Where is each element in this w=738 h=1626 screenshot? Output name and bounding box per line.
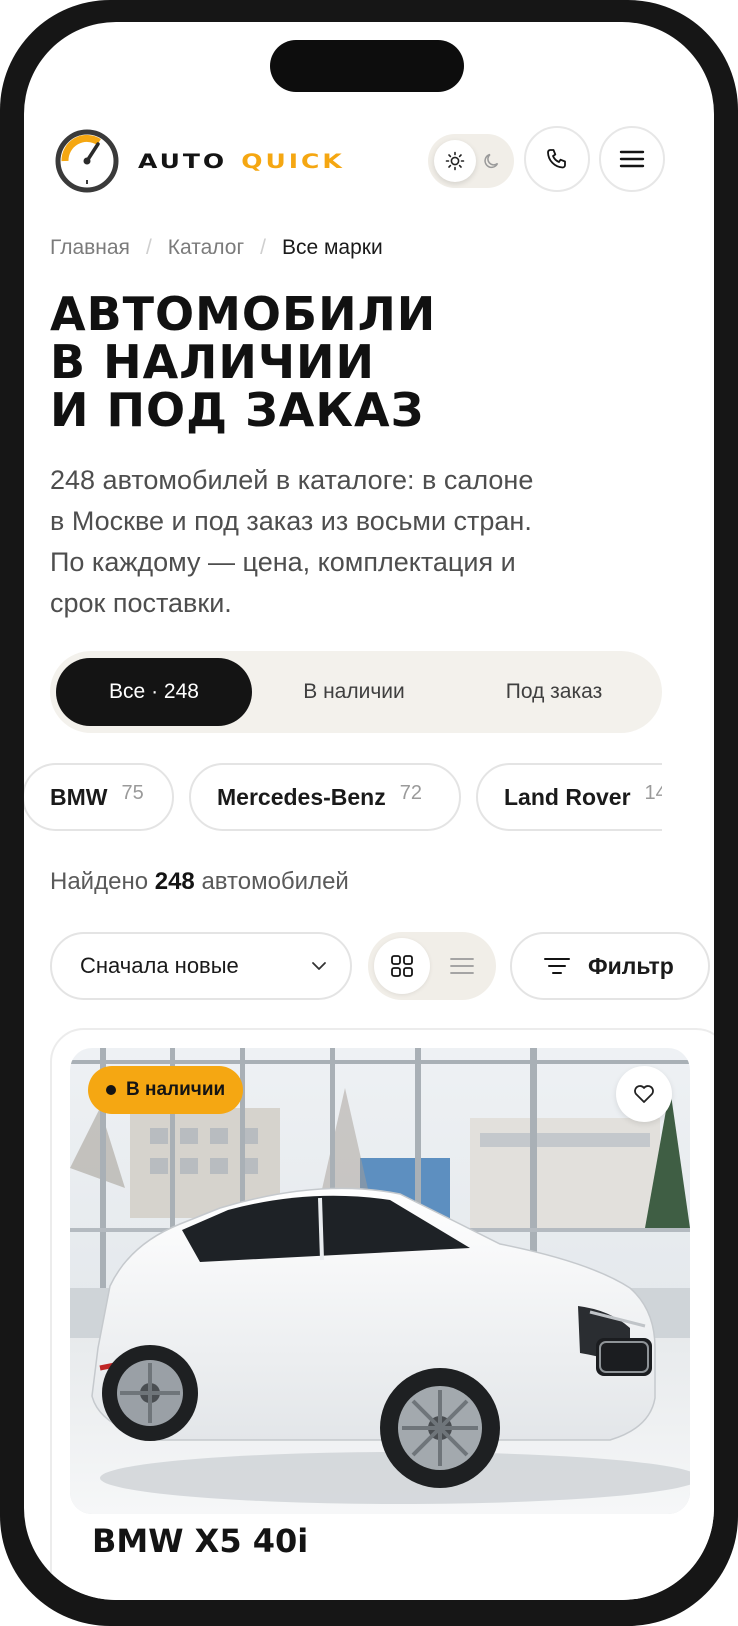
device-frame: AUTO QUICK Главная / Каталог / Все марки…	[0, 0, 738, 1626]
call-button[interactable]	[524, 126, 590, 192]
availability-badge: В наличии	[88, 1066, 244, 1114]
speedometer-icon	[55, 129, 119, 193]
favorite-button[interactable]	[616, 1066, 672, 1122]
page-title: АВТОМОБИЛИ В НАЛИЧИИ И ПОД ЗАКАЗ	[50, 290, 610, 434]
brand-chip-count: 72	[399, 781, 422, 804]
list-view-button[interactable]	[434, 938, 490, 994]
brand-chip-count: 14	[644, 781, 662, 804]
brand-chip-land-rover[interactable]: Land Rover 14	[476, 763, 662, 831]
breadcrumb-home[interactable]: Главная	[50, 236, 130, 260]
intro-line: в Москве и под заказ из восьми стран.	[50, 506, 532, 536]
results-suffix: автомобилей	[201, 868, 349, 895]
sort-value: Сначала новые	[80, 953, 239, 978]
menu-button[interactable]	[599, 126, 665, 192]
filter-icon	[544, 958, 570, 974]
moon-icon[interactable]	[476, 140, 508, 182]
intro-line: По каждому — цена, комплектация и	[50, 547, 516, 577]
tab-in-stock[interactable]: В наличии	[252, 658, 456, 726]
intro-line: срок поставки.	[50, 588, 232, 618]
logo-quick-text: QUICK	[241, 149, 345, 173]
theme-toggle[interactable]	[428, 134, 514, 188]
car-photo[interactable]: В наличии	[70, 1048, 690, 1514]
results-prefix: Найдено	[50, 868, 149, 895]
phone-icon	[547, 149, 566, 169]
camera-notch	[270, 40, 464, 92]
results-count: Найдено 248 автомобилей	[50, 868, 349, 896]
list-icon	[450, 958, 474, 974]
car-image	[70, 1048, 690, 1514]
filter-label: Фильтр	[588, 952, 674, 979]
sun-icon[interactable]	[434, 140, 476, 182]
logo-wordmark: AUTO QUICK	[138, 150, 345, 173]
availability-tabs: Все · 248 В наличии Под заказ	[50, 651, 662, 733]
brand-chip-name: BMW	[50, 783, 108, 810]
brand-chip-name: Land Rover	[504, 783, 631, 810]
availability-badge-label: В наличии	[126, 1079, 226, 1100]
brand-chip-name: Mercedes-Benz	[217, 783, 386, 810]
site-logo[interactable]: AUTO QUICK	[54, 128, 345, 194]
page-title-line: И ПОД ЗАКАЗ	[50, 383, 425, 437]
chevron-down-icon	[312, 962, 326, 970]
brand-chip-count: 75	[121, 781, 144, 804]
brand-chip-mercedes-benz[interactable]: Mercedes-Benz 72	[189, 763, 461, 831]
breadcrumb-separator: /	[260, 236, 266, 259]
heart-icon	[634, 1085, 654, 1103]
breadcrumb: Главная / Каталог / Все марки	[50, 236, 383, 260]
view-mode-toggle	[368, 932, 496, 1000]
screen: AUTO QUICK Главная / Каталог / Все марки…	[24, 22, 714, 1600]
breadcrumb-current: Все марки	[281, 236, 383, 259]
grid-icon	[391, 955, 413, 977]
sort-select[interactable]: Сначала новые	[50, 932, 352, 1000]
status-dot	[106, 1085, 116, 1095]
results-number: 248	[154, 868, 195, 895]
car-title[interactable]: BMW X5 40i	[92, 1522, 308, 1560]
tab-to-order[interactable]: Под заказ	[456, 658, 652, 726]
filter-button[interactable]: Фильтр	[510, 932, 710, 1000]
breadcrumb-separator: /	[145, 236, 152, 259]
page-title-line: В НАЛИЧИИ	[50, 335, 376, 389]
page-title-line: АВТОМОБИЛИ	[50, 287, 437, 341]
car-card[interactable]: В наличии BMW X5 40i	[50, 1028, 714, 1600]
logo-auto-text: AUTO	[138, 149, 228, 173]
brand-chip-bmw[interactable]: BMW 75	[24, 763, 174, 831]
grid-view-button[interactable]	[374, 938, 430, 994]
intro-text: 248 автомобилей в каталоге: в салоне в М…	[50, 460, 570, 624]
tab-all[interactable]: Все · 248	[56, 658, 252, 726]
breadcrumb-catalog[interactable]: Каталог	[168, 236, 244, 260]
intro-line: 248 автомобилей в каталоге: в салоне	[50, 465, 534, 495]
menu-icon	[619, 150, 645, 168]
brand-filter-row[interactable]: BMW 75 Mercedes-Benz 72 Land Rover 14	[24, 763, 662, 831]
